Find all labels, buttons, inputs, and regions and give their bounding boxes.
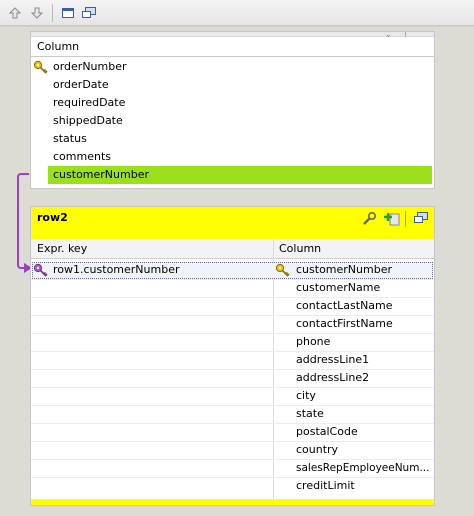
column-header: Column <box>279 242 322 255</box>
toolbar <box>0 0 474 26</box>
list-item[interactable]: addressLine1 <box>296 351 369 369</box>
list-item[interactable]: postalCode <box>296 423 358 441</box>
arrow-up-icon[interactable] <box>6 4 24 22</box>
list-item[interactable]: salesRepEmployeeNum... <box>296 459 429 477</box>
row2-column-header: Expr. key Column <box>31 239 434 259</box>
list-item[interactable]: comments <box>31 148 434 166</box>
list-item[interactable]: contactFirstName <box>296 315 393 333</box>
list-item[interactable]: customerNumber <box>296 261 392 279</box>
selected-list-item[interactable]: customerNumber <box>48 166 432 184</box>
list-item[interactable]: orderNumber <box>31 58 434 76</box>
list-item[interactable]: status <box>31 130 434 148</box>
list-item[interactable]: state <box>296 405 324 423</box>
key-icon <box>33 263 48 277</box>
add-column-icon[interactable] <box>383 211 401 227</box>
toolbar-separator <box>52 4 53 22</box>
list-item[interactable]: contactLastName <box>296 297 393 315</box>
window-icon[interactable] <box>59 4 77 22</box>
list-item[interactable]: shippedDate <box>31 112 434 130</box>
list-item[interactable]: country <box>296 441 338 459</box>
row2-title-bar: row2 <box>31 207 434 239</box>
key-icon <box>275 263 290 277</box>
list-item[interactable]: creditLimit <box>296 477 355 495</box>
arrow-down-icon[interactable] <box>28 4 46 22</box>
list-item[interactable]: orderDate <box>31 76 434 94</box>
list-item[interactable]: addressLine2 <box>296 369 369 387</box>
row1-table: ⌄ Column orderNumber orderDate requiredD… <box>30 30 435 189</box>
row2-footer-bar <box>31 499 434 505</box>
list-item[interactable]: phone <box>296 333 330 351</box>
key-icon <box>33 60 48 74</box>
expr-key-header: Expr. key <box>37 242 88 255</box>
expr-key-value[interactable]: row1.customerNumber <box>53 261 180 279</box>
join-link-line <box>17 173 29 269</box>
row1-column-header-label: Column <box>37 40 80 53</box>
wrench-icon[interactable] <box>361 211 377 227</box>
monitor-icon[interactable] <box>413 211 429 225</box>
list-item[interactable]: customerName <box>296 279 380 297</box>
row1-column-header: Column <box>31 37 434 57</box>
row2-title: row2 <box>37 211 68 224</box>
list-item[interactable]: city <box>296 387 316 405</box>
row2-table: row2 Expr. key Column row1.customerNumbe… <box>30 206 435 506</box>
list-item[interactable]: requiredDate <box>31 94 434 112</box>
monitor-icon[interactable] <box>80 4 98 22</box>
